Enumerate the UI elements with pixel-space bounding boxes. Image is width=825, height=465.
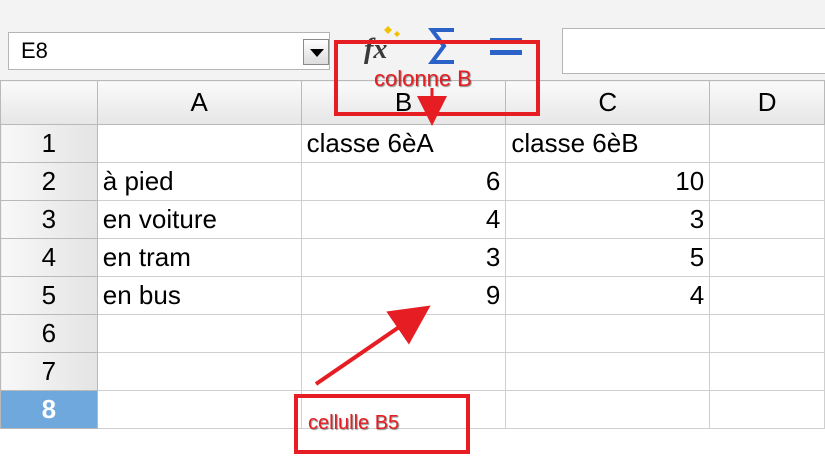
row-header[interactable]: 4 bbox=[0, 238, 98, 277]
table-row: 2 à pied 6 10 bbox=[0, 162, 825, 201]
cell-d5[interactable] bbox=[709, 276, 825, 315]
cell-d6[interactable] bbox=[709, 314, 825, 353]
cell-d8[interactable] bbox=[709, 390, 825, 429]
row-header[interactable]: 6 bbox=[0, 314, 98, 353]
cell-c7[interactable] bbox=[505, 352, 711, 391]
cell-c6[interactable] bbox=[505, 314, 711, 353]
table-row: 4 en tram 3 5 bbox=[0, 238, 825, 277]
spreadsheet-grid: A B C D 1 classe 6èA classe 6èB 2 à pied… bbox=[0, 80, 825, 429]
column-header-d[interactable]: D bbox=[709, 80, 825, 125]
column-header-a[interactable]: A bbox=[96, 80, 302, 125]
table-row: 6 bbox=[0, 314, 825, 353]
annotation-label-cell-b5: cellulle B5 bbox=[308, 412, 400, 434]
cell-b7[interactable] bbox=[300, 352, 507, 391]
cell-a7[interactable] bbox=[96, 352, 302, 391]
cell-d7[interactable] bbox=[709, 352, 825, 391]
row-header[interactable]: 1 bbox=[0, 124, 98, 163]
cell-c4[interactable]: 5 bbox=[505, 238, 711, 277]
cell-d3[interactable] bbox=[709, 200, 825, 239]
cell-c8[interactable] bbox=[505, 390, 711, 429]
cell-a8[interactable] bbox=[96, 390, 302, 429]
row-header[interactable]: 2 bbox=[0, 162, 98, 201]
name-box-dropdown-button[interactable] bbox=[303, 39, 329, 65]
name-box-input[interactable] bbox=[9, 33, 301, 69]
cell-c1[interactable]: classe 6èB bbox=[505, 124, 711, 163]
cell-d4[interactable] bbox=[709, 238, 825, 277]
cell-b6[interactable] bbox=[300, 314, 507, 353]
annotation-label-column-b: colonne B bbox=[374, 66, 472, 91]
cell-a1[interactable] bbox=[96, 124, 302, 163]
cell-a5[interactable]: en bus bbox=[96, 276, 302, 315]
toolbar-strip bbox=[0, 0, 825, 23]
cell-b1[interactable]: classe 6èA bbox=[300, 124, 507, 163]
row-header[interactable]: 7 bbox=[0, 352, 98, 391]
cell-b5[interactable]: 9 bbox=[300, 276, 507, 315]
cell-c2[interactable]: 10 bbox=[505, 162, 711, 201]
cell-d2[interactable] bbox=[709, 162, 825, 201]
cell-c3[interactable]: 3 bbox=[505, 200, 711, 239]
select-all-corner[interactable] bbox=[0, 80, 98, 125]
cell-a4[interactable]: en tram bbox=[96, 238, 302, 277]
cell-a2[interactable]: à pied bbox=[96, 162, 302, 201]
cell-c5[interactable]: 4 bbox=[505, 276, 711, 315]
table-row: 7 bbox=[0, 352, 825, 391]
cell-b2[interactable]: 6 bbox=[300, 162, 507, 201]
row-header[interactable]: 3 bbox=[0, 200, 98, 239]
formula-input[interactable] bbox=[562, 28, 825, 74]
row-header-active[interactable]: 8 bbox=[0, 390, 98, 429]
cell-a6[interactable] bbox=[96, 314, 302, 353]
row-header[interactable]: 5 bbox=[0, 276, 98, 315]
table-row: 5 en bus 9 4 bbox=[0, 276, 825, 315]
cell-d1[interactable] bbox=[709, 124, 825, 163]
chevron-down-icon bbox=[310, 49, 324, 57]
cell-b3[interactable]: 4 bbox=[300, 200, 507, 239]
cell-b4[interactable]: 3 bbox=[300, 238, 507, 277]
cell-a3[interactable]: en voiture bbox=[96, 200, 302, 239]
table-row: 1 classe 6èA classe 6èB bbox=[0, 124, 825, 163]
table-row: 3 en voiture 4 3 bbox=[0, 200, 825, 239]
name-box[interactable] bbox=[8, 32, 330, 70]
